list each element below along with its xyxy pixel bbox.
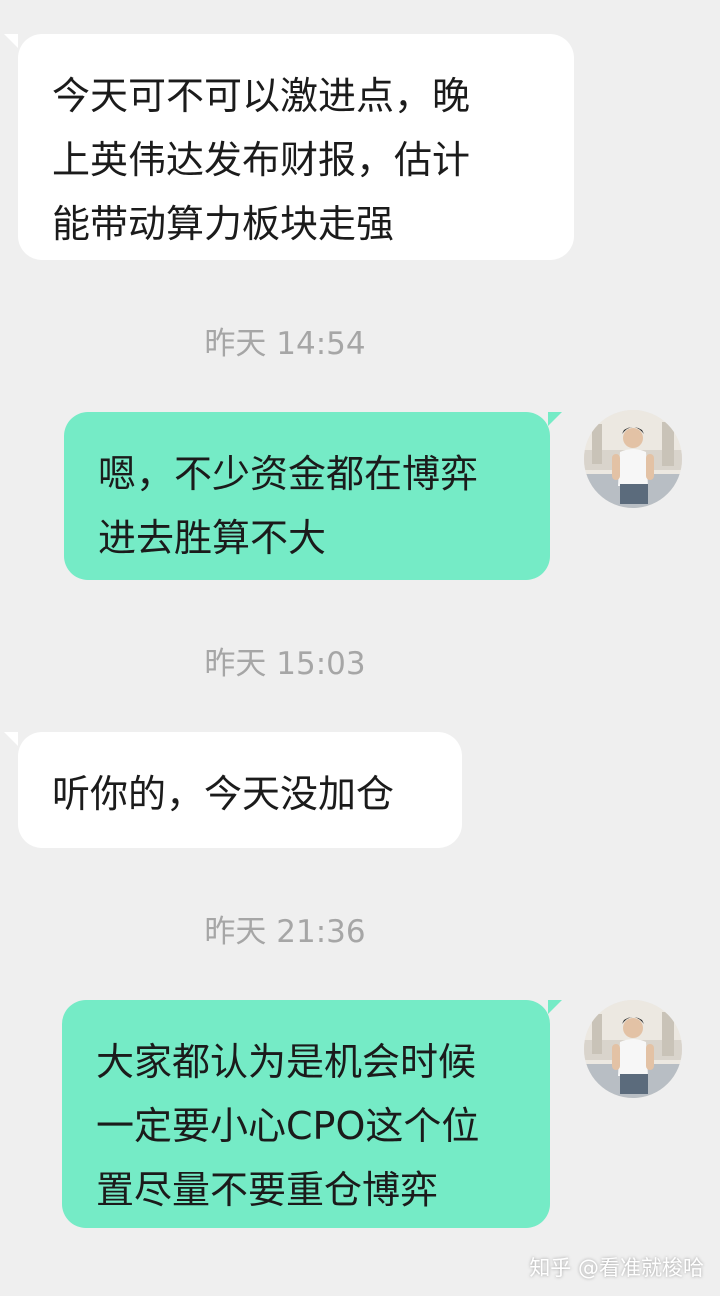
incoming-message-bubble[interactable]: 今天可不可以激进点，晚 上英伟达发布财报，估计 能带动算力板块走强 bbox=[18, 34, 574, 260]
user-avatar[interactable] bbox=[584, 410, 682, 508]
incoming-message-bubble[interactable]: 听你的，今天没加仓 bbox=[18, 732, 462, 848]
outgoing-message-bubble[interactable]: 大家都认为是机会时候 一定要小心CPO这个位 置尽量不要重仓博弈 bbox=[62, 1000, 550, 1228]
bubble-tail bbox=[4, 732, 18, 746]
bubble-tail bbox=[548, 412, 562, 426]
avatar-photo bbox=[584, 1000, 682, 1098]
message-timestamp: 昨天 21:36 bbox=[204, 914, 366, 950]
bubble-tail bbox=[4, 34, 18, 48]
avatar-photo bbox=[584, 410, 682, 508]
bubble-tail bbox=[548, 1000, 562, 1014]
message-timestamp: 昨天 15:03 bbox=[204, 646, 366, 682]
chat-thread: 今天可不可以激进点，晚 上英伟达发布财报，估计 能带动算力板块走强 昨天 14:… bbox=[0, 0, 720, 1296]
outgoing-message-bubble[interactable]: 嗯，不少资金都在博弈 进去胜算不大 bbox=[64, 412, 550, 580]
user-avatar[interactable] bbox=[584, 1000, 682, 1098]
message-timestamp: 昨天 14:54 bbox=[204, 326, 366, 362]
watermark: 知乎 @看准就梭哈 bbox=[529, 1256, 704, 1280]
